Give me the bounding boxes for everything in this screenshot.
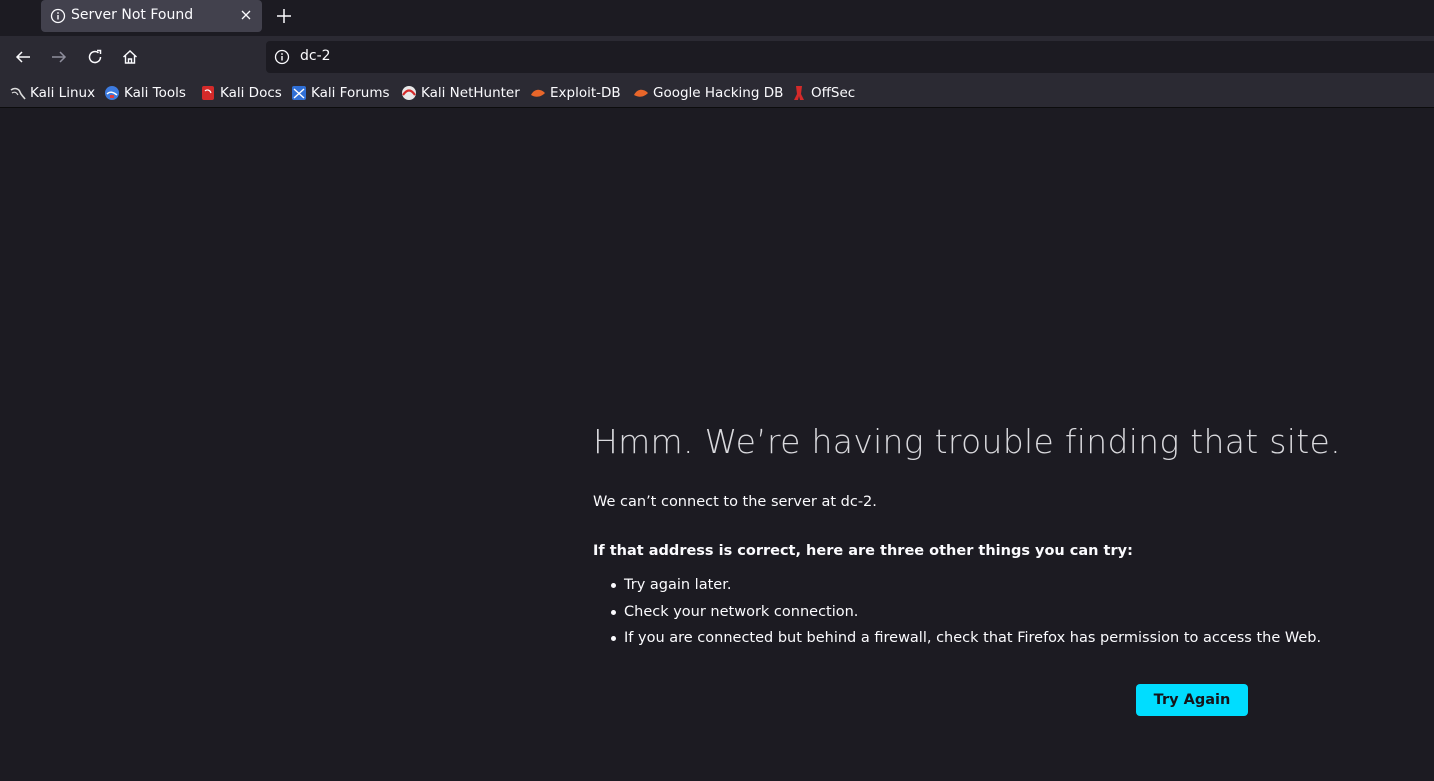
bookmark-exploit-db[interactable]: Exploit-DB — [530, 84, 621, 102]
error-page: Hmm. We’re having trouble finding that s… — [0, 108, 1434, 781]
error-description: We can’t connect to the server at dc-2. — [593, 494, 877, 510]
list-item: Check your network connection. — [593, 602, 1321, 629]
plus-icon[interactable] — [275, 7, 293, 25]
bookmark-kali-docs[interactable]: Kali Docs — [200, 84, 282, 102]
bookmark-google-hacking-db[interactable]: Google Hacking DB — [633, 84, 783, 102]
info-icon — [50, 8, 66, 24]
kali-forums-icon — [292, 86, 306, 100]
try-again-button[interactable]: Try Again — [1136, 684, 1248, 716]
bookmark-label: Kali Forums — [311, 85, 390, 101]
bookmark-label: Kali NetHunter — [421, 85, 520, 101]
bookmark-label: Kali Linux — [30, 85, 96, 101]
bookmark-kali-tools[interactable]: Kali Tools — [104, 84, 186, 102]
bookmarks-toolbar: Kali Linux Kali Tools Kali Docs Kali For… — [0, 78, 1434, 108]
close-icon[interactable] — [238, 7, 254, 23]
bookmark-label: OffSec — [811, 85, 856, 101]
kali-dragon-icon — [10, 87, 26, 100]
url-text[interactable]: dc-2 — [300, 48, 331, 64]
bookmark-kali-forums[interactable]: Kali Forums — [291, 84, 390, 102]
forward-arrow-icon[interactable] — [50, 48, 68, 66]
bookmark-label: Exploit-DB — [550, 85, 621, 101]
error-suggestions-heading: If that address is correct, here are thr… — [593, 543, 1133, 559]
reload-icon[interactable] — [86, 48, 104, 66]
kali-docs-icon — [202, 86, 214, 100]
exploit-db-icon — [531, 89, 545, 97]
suggestions-list: Try again later. Check your network conn… — [593, 575, 1321, 655]
bookmark-label: Kali Docs — [220, 85, 282, 101]
google-hacking-db-icon — [634, 89, 648, 97]
navigation-toolbar: dc-2 — [0, 36, 1434, 78]
list-item: Try again later. — [593, 575, 1321, 602]
bookmark-label: Google Hacking DB — [653, 85, 784, 101]
back-arrow-icon[interactable] — [14, 48, 32, 66]
bookmark-label: Kali Tools — [124, 85, 186, 101]
home-icon[interactable] — [121, 48, 139, 66]
kali-nethunter-icon — [402, 86, 416, 100]
error-title: Hmm. We’re having trouble finding that s… — [593, 422, 1341, 461]
list-item: If you are connected but behind a firewa… — [593, 628, 1321, 655]
kali-tools-icon — [105, 86, 119, 100]
site-info-icon[interactable] — [274, 49, 290, 65]
bookmark-kali-nethunter[interactable]: Kali NetHunter — [401, 84, 520, 102]
address-bar[interactable]: dc-2 — [266, 41, 1434, 73]
offsec-icon — [794, 86, 804, 100]
bookmark-offsec[interactable]: OffSec — [791, 84, 855, 102]
tab-title: Server Not Found — [71, 7, 194, 23]
tab-strip: Server Not Found — [0, 0, 1434, 36]
tab-server-not-found[interactable]: Server Not Found — [41, 0, 262, 32]
bookmark-kali-linux[interactable]: Kali Linux — [10, 84, 95, 102]
